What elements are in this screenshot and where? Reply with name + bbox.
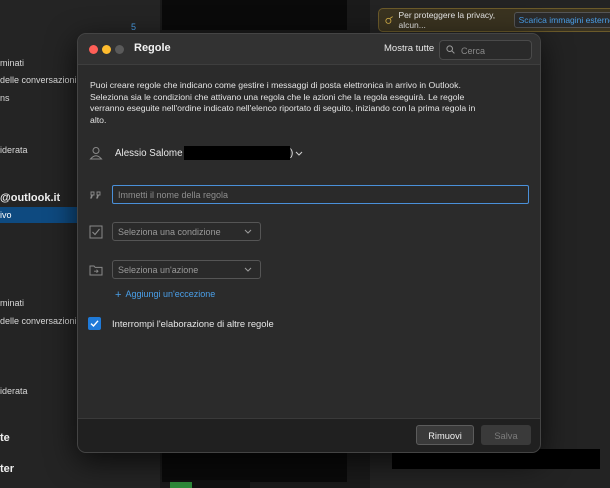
rule-name-input[interactable] <box>112 185 529 204</box>
close-window-button[interactable] <box>89 45 98 54</box>
message-list-item[interactable] <box>162 0 347 30</box>
plus-icon: + <box>115 289 122 301</box>
search-input[interactable] <box>459 42 531 59</box>
unread-badge: 5 <box>131 22 137 32</box>
chevron-down-icon[interactable] <box>295 151 303 157</box>
privacy-bar: Per proteggere la privacy, alcun... Scar… <box>378 8 610 32</box>
user-icon <box>89 147 103 160</box>
sidebar-account[interactable]: @outlook.it <box>0 192 60 204</box>
account-name[interactable]: Alessio Salome ( <box>115 148 189 159</box>
stop-processing-checkbox[interactable] <box>88 317 101 330</box>
search-box[interactable] <box>439 40 532 60</box>
condition-select[interactable]: Seleziona una condizione <box>112 222 261 241</box>
privacy-text: Per proteggere la privacy, alcun... <box>398 10 496 30</box>
rules-dialog: Regole Mostra tutte Puoi creare regole c… <box>77 33 541 453</box>
add-exception-link[interactable]: + Aggiungi un'eccezione <box>115 289 215 301</box>
rules-description: Puoi creare regole che indicano come ges… <box>90 80 476 125</box>
sidebar-folder[interactable]: delle conversazioni <box>0 316 77 326</box>
sidebar-group[interactable]: ter <box>0 463 14 475</box>
sidebar-folder[interactable]: iderata <box>0 145 28 155</box>
redacted-email <box>184 146 290 160</box>
chevron-down-icon <box>244 229 252 234</box>
show-all-button[interactable]: Mostra tutte <box>384 43 434 54</box>
sidebar-folder[interactable]: iderata <box>0 386 28 396</box>
action-select-label: Seleziona un'azione <box>118 265 199 275</box>
privacy-icon <box>385 16 393 24</box>
folder-move-icon <box>89 265 103 276</box>
download-images-button[interactable]: Scarica immagini esterne <box>513 12 610 28</box>
checkmark-icon <box>90 320 99 328</box>
add-exception-label: Aggiungi un'eccezione <box>125 289 216 299</box>
stop-processing-label[interactable]: Interrompi l'elaborazione di altre regol… <box>112 318 274 329</box>
save-button[interactable]: Salva <box>481 425 531 445</box>
remove-button[interactable]: Rimuovi <box>416 425 474 445</box>
message-list-item <box>170 480 250 488</box>
action-select[interactable]: Seleziona un'azione <box>112 260 261 279</box>
sidebar-folder[interactable]: delle conversazioni <box>0 75 77 85</box>
message-list-item[interactable] <box>162 452 347 482</box>
zoom-window-button[interactable] <box>115 45 124 54</box>
search-icon <box>446 45 455 54</box>
chevron-down-icon <box>244 267 252 272</box>
minimize-window-button[interactable] <box>102 45 111 54</box>
quote-icon <box>90 191 101 199</box>
sidebar-folder[interactable]: minati <box>0 298 24 308</box>
checkbox-condition-icon <box>89 225 103 239</box>
account-name-close: ) <box>290 148 294 159</box>
dialog-footer: Rimuovi Salva <box>78 418 540 452</box>
sidebar-folder[interactable]: minati <box>0 58 24 68</box>
condition-select-label: Seleziona una condizione <box>118 227 221 237</box>
sidebar-folder[interactable]: ns <box>0 93 10 103</box>
dialog-title: Regole <box>134 42 171 54</box>
dialog-titlebar: Regole Mostra tutte <box>78 34 540 65</box>
sidebar-group[interactable]: te <box>0 432 10 444</box>
